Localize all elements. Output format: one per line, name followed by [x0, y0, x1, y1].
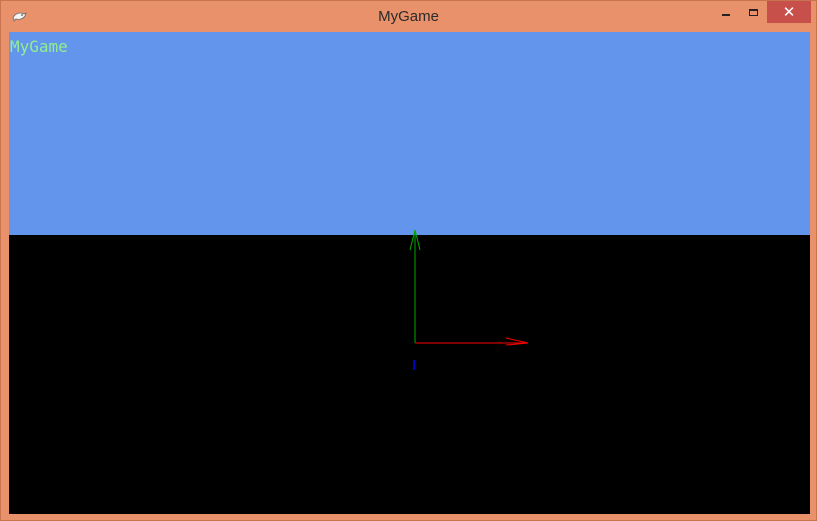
window-title: MyGame: [378, 8, 439, 25]
minimize-button[interactable]: [715, 1, 737, 23]
game-viewport[interactable]: MyGame: [9, 32, 810, 514]
x-axis-arrowhead: [505, 337, 529, 346]
close-button[interactable]: ✕: [767, 1, 811, 23]
close-icon: ✕: [782, 4, 796, 21]
maximize-button[interactable]: [742, 1, 764, 23]
coordinate-axes: [409, 229, 529, 370]
maximize-icon: [748, 8, 758, 16]
game-window: MyGame ✕ MyGame: [0, 0, 817, 521]
minimize-icon: [722, 14, 730, 16]
title-bar[interactable]: MyGame ✕: [1, 1, 816, 32]
